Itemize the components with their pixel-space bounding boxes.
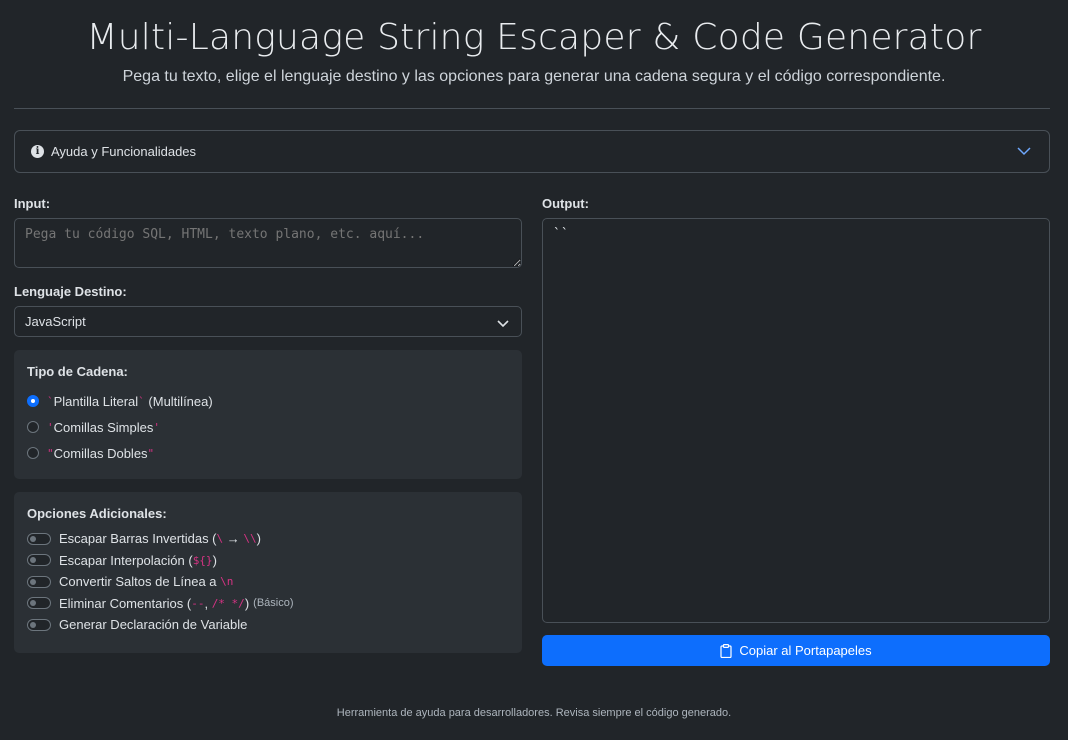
code-tick: `: [138, 394, 145, 408]
footer-text: Herramienta de ayuda para desarrolladore…: [336, 707, 732, 719]
page-header: Multi-Language String Escaper & Code Gen…: [0, 0, 1068, 88]
page-subtitle: Pega tu texto, elige el lenguaje destino…: [122, 68, 946, 85]
help-accordion-toggle[interactable]: i Ayuda y Funcionalidades: [14, 130, 1050, 173]
language-selected-value: JavaScript: [25, 314, 86, 329]
option-suffix: ): [256, 531, 261, 547]
option-code: \: [216, 532, 224, 546]
output-textarea[interactable]: ``: [542, 218, 1050, 623]
code-quote: ': [47, 420, 54, 434]
toggle-switch[interactable]: [27, 532, 51, 545]
language-select[interactable]: JavaScript: [14, 306, 522, 337]
clipboard-icon: [720, 643, 732, 658]
option-code: ${}: [192, 553, 213, 567]
option-escape-backslashes[interactable]: Escapar Barras Invertidas ( \ → \\ ): [27, 528, 509, 550]
option-label: Eliminar Comentarios (: [59, 595, 192, 611]
header-divider: [14, 108, 1050, 109]
string-type-panel: Tipo de Cadena: ` Plantilla Literal ` (M…: [14, 350, 522, 479]
option-arrow: →: [223, 531, 244, 547]
option-note: (Básico): [253, 597, 294, 610]
option-code: \n: [220, 575, 234, 589]
toggle-switch[interactable]: [27, 554, 51, 567]
code-quote: ': [153, 420, 160, 434]
option-code: \\: [243, 532, 257, 546]
radio-template-literal[interactable]: ` Plantilla Literal ` (Multilínea): [27, 388, 509, 414]
radio-label: Comillas Dobles: [53, 445, 148, 461]
additional-options-panel: Opciones Adicionales: Escapar Barras Inv…: [14, 492, 522, 653]
toggle-switch[interactable]: [27, 575, 51, 588]
chevron-down-icon: [1017, 144, 1031, 161]
radio-single-quotes[interactable]: ' Comillas Simples ': [27, 414, 509, 440]
radio-suffix: (Multilínea): [144, 393, 213, 409]
code-tick: `: [47, 394, 54, 408]
string-type-title: Tipo de Cadena:: [27, 364, 128, 379]
language-label: Lenguaje Destino:: [14, 284, 127, 299]
radio-button[interactable]: [27, 447, 39, 459]
radio-button[interactable]: [27, 395, 39, 407]
option-label: Escapar Interpolación (: [59, 552, 193, 568]
info-icon: i: [31, 145, 44, 158]
code-quote: ": [147, 446, 155, 460]
option-code: --: [191, 596, 205, 610]
additional-options-title: Opciones Adicionales:: [27, 506, 167, 521]
option-suffix: ): [212, 552, 217, 568]
toggle-switch[interactable]: [27, 618, 51, 631]
option-escape-interpolation[interactable]: Escapar Interpolación ( ${} ): [27, 550, 509, 572]
option-label: Escapar Barras Invertidas (: [59, 531, 217, 547]
option-generate-variable[interactable]: Generar Declaración de Variable: [27, 614, 509, 636]
input-textarea[interactable]: [14, 218, 522, 268]
option-label: Generar Declaración de Variable: [59, 617, 248, 633]
radio-button[interactable]: [27, 421, 39, 433]
toggle-switch[interactable]: [27, 597, 51, 610]
option-suffix: ): [244, 595, 250, 611]
copy-button-label: Copiar al Portapapeles: [739, 643, 872, 658]
option-convert-newlines[interactable]: Convertir Saltos de Línea a \n: [27, 571, 509, 593]
option-separator: ,: [204, 595, 212, 611]
page-title: Multi-Language String Escaper & Code Gen…: [86, 17, 982, 58]
accordion-label: Ayuda y Funcionalidades: [51, 144, 197, 159]
radio-double-quotes[interactable]: " Comillas Dobles ": [27, 440, 509, 466]
chevron-down-icon: [497, 317, 509, 332]
code-quote: ": [47, 446, 54, 460]
option-code: /* */: [211, 596, 245, 610]
option-remove-comments[interactable]: Eliminar Comentarios ( -- , /* */ ) (Bás…: [27, 593, 509, 615]
option-label: Convertir Saltos de Línea a: [59, 574, 221, 590]
output-label: Output:: [542, 196, 589, 211]
radio-label: Plantilla Literal: [53, 393, 139, 409]
input-label: Input:: [14, 196, 51, 211]
radio-label: Comillas Simples: [53, 419, 154, 435]
copy-to-clipboard-button[interactable]: Copiar al Portapapeles: [542, 635, 1050, 666]
